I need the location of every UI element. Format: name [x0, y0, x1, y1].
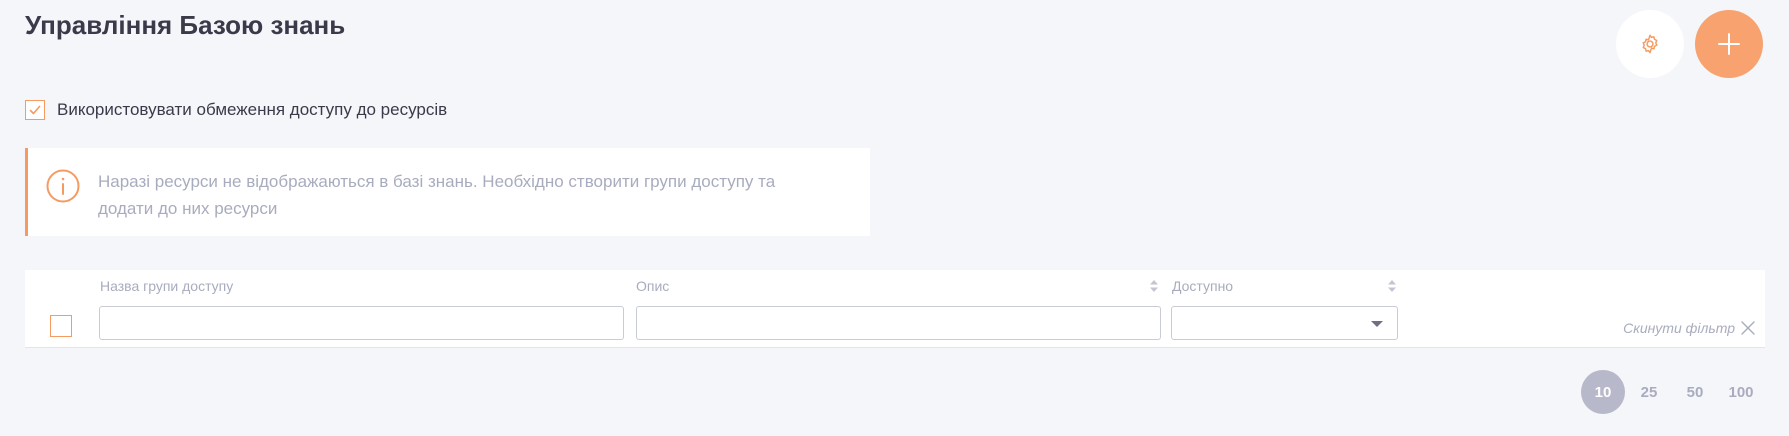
info-text-line-1: Наразі ресурси не відображаються в базі … [98, 172, 776, 191]
plus-icon [1718, 33, 1740, 55]
page-size-10[interactable]: 10 [1581, 370, 1625, 414]
reset-filter-button[interactable]: Скинути фільтр [1623, 320, 1755, 336]
top-actions [1616, 10, 1763, 78]
chevron-down-icon [1371, 321, 1383, 327]
sort-icon[interactable] [1149, 279, 1159, 293]
checkmark-icon [29, 105, 41, 115]
close-icon [1741, 321, 1755, 335]
page-size-100[interactable]: 100 [1719, 370, 1763, 414]
column-header-description[interactable]: Опис [636, 278, 669, 294]
description-filter-input[interactable] [636, 306, 1161, 340]
column-header-available[interactable]: Доступно [1172, 278, 1233, 294]
select-all-checkbox[interactable] [50, 315, 72, 337]
info-text-line-2: додати до них ресурси [98, 199, 278, 218]
sort-icon[interactable] [1387, 279, 1397, 293]
column-header-name: Назва групи доступу [100, 278, 234, 294]
info-text: Наразі ресурси не відображаються в базі … [98, 168, 818, 222]
page-title: Управління Базою знань [25, 10, 346, 40]
add-button[interactable] [1695, 10, 1763, 78]
page-size-50[interactable]: 50 [1673, 370, 1717, 414]
access-restriction-row: Використовувати обмеження доступу до рес… [25, 100, 447, 120]
access-restriction-label[interactable]: Використовувати обмеження доступу до рес… [57, 100, 447, 120]
access-restriction-checkbox[interactable] [25, 100, 45, 120]
info-circle-icon [46, 169, 80, 203]
name-filter-input[interactable] [99, 306, 624, 340]
page-size-25[interactable]: 25 [1627, 370, 1671, 414]
info-notice: Наразі ресурси не відображаються в базі … [25, 148, 870, 236]
gear-icon [1642, 34, 1658, 54]
access-groups-table: Назва групи доступу Опис Доступно Скинут… [25, 270, 1765, 348]
settings-button[interactable] [1616, 10, 1684, 78]
reset-filter-label: Скинути фільтр [1623, 320, 1735, 336]
available-filter-select[interactable] [1171, 306, 1398, 340]
page-size-selector: 10 25 50 100 [1581, 370, 1763, 414]
